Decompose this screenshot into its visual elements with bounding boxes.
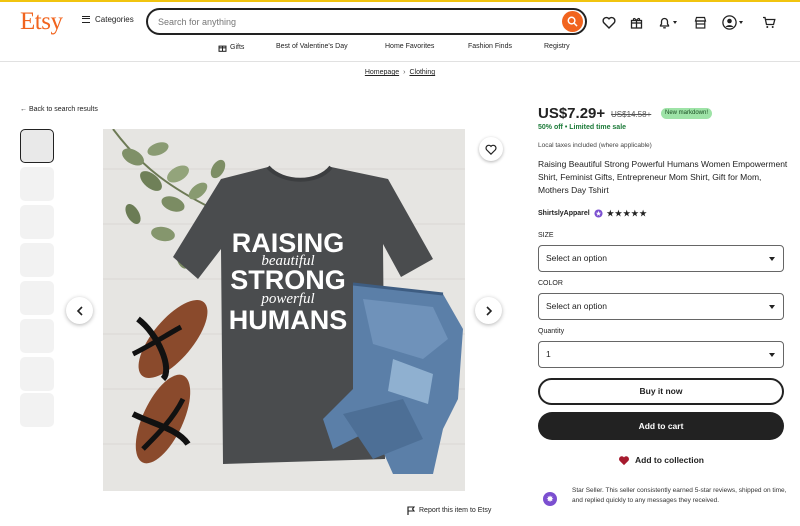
back-to-search-link[interactable]: ← Back to search results: [20, 106, 98, 113]
search-input[interactable]: [158, 14, 548, 29]
thumbnail-5[interactable]: [20, 281, 54, 315]
thumbnail-6[interactable]: [20, 319, 54, 353]
thumbnail-3[interactable]: [20, 205, 54, 239]
print-line-5: HUMANS: [229, 305, 348, 335]
categories-label: Categories: [95, 15, 134, 24]
shop-name-link[interactable]: ShirtslyApparel: [538, 210, 590, 217]
thumbnail-7[interactable]: [20, 357, 54, 391]
star-seller-text: Star Seller. This seller consistently ea…: [572, 487, 787, 504]
nav-item-valentines[interactable]: Best of Valentine's Day: [276, 43, 348, 50]
breadcrumb-homepage[interactable]: Homepage: [365, 69, 399, 76]
chevron-down-icon: [769, 305, 775, 309]
previous-image-button[interactable]: [66, 297, 93, 324]
color-select-value: Select an option: [546, 301, 607, 311]
add-to-collection-button[interactable]: Add to collection: [538, 453, 784, 467]
breadcrumb-clothing[interactable]: Clothing: [409, 69, 435, 76]
thumbnail-2[interactable]: [20, 167, 54, 201]
favorites-button[interactable]: [602, 12, 616, 32]
product-photo: RAISING beautiful STRONG powerful HUMANS: [103, 129, 465, 491]
avatar-icon: [722, 14, 737, 30]
tax-note: Local taxes included (where applicable): [538, 142, 652, 149]
nav-item-fashion-finds[interactable]: Fashion Finds: [468, 43, 512, 50]
chevron-down-icon: [739, 20, 743, 24]
store-icon: [694, 16, 707, 29]
shirt-print: RAISING beautiful STRONG powerful HUMANS: [229, 228, 348, 335]
thumbnail-4[interactable]: [20, 243, 54, 277]
notifications-button[interactable]: [658, 12, 677, 32]
chevron-right-icon: ›: [403, 69, 406, 76]
shop-info: ShirtslyApparel ★★★★★: [538, 209, 648, 218]
nav-item-home-favorites[interactable]: Home Favorites: [385, 43, 434, 50]
header-icons: [602, 12, 782, 32]
quantity-select-value: 1: [546, 349, 551, 359]
menu-icon: [82, 16, 90, 23]
cart-button[interactable]: [762, 12, 776, 32]
categories-button[interactable]: Categories: [82, 15, 134, 24]
breadcrumb: Homepage › Clothing: [0, 69, 800, 76]
buy-it-now-button[interactable]: Buy it now: [538, 378, 784, 405]
back-link-label: Back to search results: [28, 106, 98, 113]
report-label: Report this item to Etsy: [419, 507, 492, 514]
heart-filled-icon: [619, 455, 629, 465]
quantity-select[interactable]: 1: [538, 341, 784, 368]
rating-stars[interactable]: ★★★★★: [607, 209, 648, 218]
next-image-button[interactable]: [475, 297, 502, 324]
account-button[interactable]: [722, 12, 743, 32]
etsy-logo[interactable]: Etsy: [20, 8, 63, 36]
chevron-left-icon: [76, 305, 83, 316]
favorite-item-button[interactable]: [479, 137, 503, 161]
thumbnail-8[interactable]: [20, 393, 54, 427]
category-nav: Gifts Best of Valentine's Day Home Favor…: [0, 43, 800, 55]
add-to-collection-label: Add to collection: [635, 455, 704, 465]
shop-manager-button[interactable]: [694, 12, 707, 32]
nav-item-gifts[interactable]: Gifts: [218, 43, 244, 52]
markdown-badge: New markdown!: [661, 108, 713, 119]
add-to-cart-button[interactable]: Add to cart: [538, 412, 784, 440]
product-image[interactable]: RAISING beautiful STRONG powerful HUMANS: [103, 129, 465, 491]
search-bar: [146, 8, 587, 35]
report-item-link[interactable]: Report this item to Etsy: [407, 506, 491, 515]
gift-icon: [218, 45, 227, 52]
size-select-value: Select an option: [546, 253, 607, 263]
top-accent-bar: [0, 0, 800, 2]
flag-icon: [407, 506, 415, 515]
size-select[interactable]: Select an option: [538, 245, 784, 272]
chevron-down-icon: [769, 257, 775, 261]
nav-item-registry[interactable]: Registry: [544, 43, 570, 50]
star-seller-badge-icon: ✸: [543, 492, 557, 506]
chevron-right-icon: [485, 305, 492, 316]
header-divider: [0, 61, 800, 62]
heart-icon: [485, 144, 497, 155]
bell-icon: [659, 17, 670, 28]
star-seller-icon: [594, 209, 603, 218]
original-price: US$14.58+: [611, 110, 652, 119]
current-price: US$7.29+: [538, 105, 606, 122]
chevron-down-icon: [769, 353, 775, 357]
search-icon: [567, 16, 578, 27]
thumbnail-1[interactable]: [20, 129, 54, 163]
cart-icon: [763, 16, 776, 28]
arrow-left-icon: ←: [20, 106, 27, 113]
product-title: Raising Beautiful Strong Powerful Humans…: [538, 159, 788, 195]
sale-text: 50% off • Limited time sale: [538, 124, 627, 131]
gift-button[interactable]: [630, 12, 643, 32]
color-label: COLOR: [538, 280, 563, 287]
heart-icon: [602, 16, 616, 29]
gift-icon: [630, 17, 643, 29]
chevron-down-icon: [673, 20, 677, 24]
color-select[interactable]: Select an option: [538, 293, 784, 320]
quantity-label: Quantity: [538, 328, 565, 335]
size-label: SIZE: [538, 232, 554, 239]
search-button[interactable]: [562, 11, 583, 32]
